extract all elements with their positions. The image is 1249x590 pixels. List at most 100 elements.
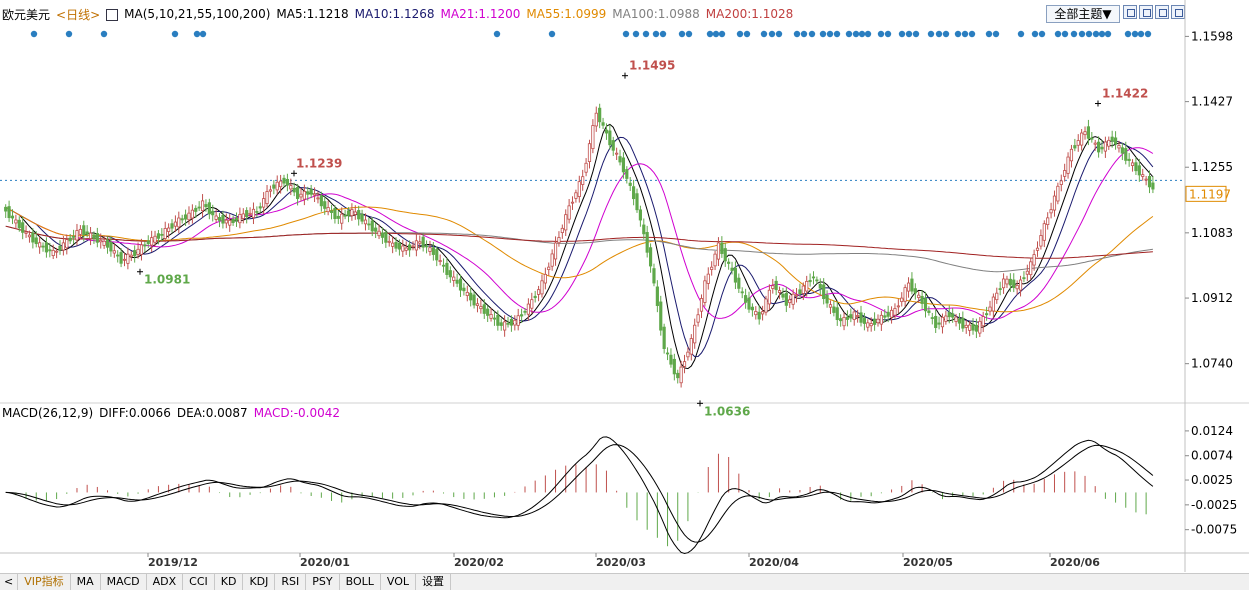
candle-up [1042, 223, 1046, 241]
candle-up [38, 242, 42, 248]
candle-up [200, 200, 205, 212]
candle-down [41, 245, 45, 248]
candle-down [82, 225, 86, 236]
candle-up [302, 190, 306, 200]
tab-kd[interactable]: KD [215, 574, 244, 590]
candle-down [883, 315, 887, 318]
candle-down [156, 233, 161, 239]
signal-dot [1131, 30, 1139, 38]
tab-macd[interactable]: MACD [101, 574, 147, 590]
candle-up [1066, 156, 1070, 174]
candle-down [1086, 126, 1091, 139]
tab-boll[interactable]: BOLL [340, 574, 381, 590]
candle-up [350, 209, 354, 217]
signal-dot [858, 30, 866, 38]
candle-up [682, 361, 687, 367]
signal-dot [1054, 30, 1062, 38]
candle-down [180, 218, 184, 221]
candle-down [947, 312, 951, 318]
extreme-label: 1.1239 [296, 156, 342, 170]
signal-dot [65, 30, 73, 38]
candle-down [143, 244, 147, 247]
candle-up [876, 318, 880, 324]
signal-dot [845, 30, 853, 38]
candle-down [1124, 148, 1128, 161]
candle-down [58, 245, 62, 251]
signal-dot [912, 30, 920, 38]
candle-up [438, 260, 442, 262]
candle-up [452, 276, 456, 281]
candle-down [811, 276, 816, 279]
tab-ma[interactable]: MA [71, 574, 101, 590]
candle-down [1110, 136, 1114, 142]
tab-psy[interactable]: PSY [306, 574, 340, 590]
candle-up [503, 321, 507, 331]
candle-down [632, 186, 636, 200]
tab-kdj[interactable]: KDJ [243, 574, 276, 590]
candle-down [448, 270, 452, 278]
candle-down [482, 304, 486, 314]
candle-down [408, 244, 412, 251]
x-tick-label: 2019/12 [148, 556, 198, 569]
macd-tick-label: 0.0025 [1191, 473, 1233, 487]
candle-down [835, 307, 839, 321]
candle-up [224, 219, 228, 224]
candle-down [1127, 158, 1131, 161]
candle-up [377, 230, 381, 237]
candle-up [24, 231, 28, 234]
candle-up [696, 314, 700, 323]
tab-settings[interactable]: 设置 [416, 574, 452, 590]
candle-down [638, 209, 642, 221]
candle-down [221, 215, 225, 224]
candle-down [662, 326, 666, 349]
candle-down [374, 227, 378, 232]
candle-down [913, 288, 917, 294]
tab-vol[interactable]: VOL [381, 574, 417, 590]
signal-dot [1098, 30, 1106, 38]
candle-up [299, 193, 303, 198]
candle-down [659, 301, 663, 331]
tab-vip[interactable]: VIP指标 [18, 574, 71, 590]
signal-dot [30, 30, 38, 38]
candle-down [961, 317, 965, 329]
price-chart[interactable]: 1.1598 1.1427 1.1255 1.1083 1.0912 1.0740 1.11… [0, 0, 1249, 589]
candle-up [805, 280, 809, 292]
candle-down [17, 219, 21, 229]
candle-up [587, 143, 592, 163]
candle-up [153, 235, 157, 243]
candle-up [475, 303, 480, 306]
candle-down [1137, 165, 1141, 176]
tab-rsi[interactable]: RSI [275, 574, 307, 590]
candle-down [472, 294, 476, 306]
signal-dot [706, 30, 714, 38]
price-tick-label: 1.0912 [1191, 291, 1233, 305]
price-tick-label: 1.1083 [1191, 226, 1233, 240]
diff-line [5, 436, 1154, 555]
candle-up [136, 248, 140, 255]
candle-down [234, 217, 239, 221]
candle-down [621, 157, 626, 173]
candle-up [411, 245, 415, 248]
tab-adx[interactable]: ADX [147, 574, 184, 590]
candle-up [777, 290, 782, 293]
candle-up [896, 305, 900, 308]
tab-scroll-icon[interactable]: < [0, 574, 19, 590]
candle-down [934, 315, 938, 328]
signal-dot [775, 30, 783, 38]
candle-down [336, 215, 340, 219]
candle-up [716, 242, 721, 260]
signal-dot [833, 30, 841, 38]
candle-down [7, 206, 11, 219]
candle-up [363, 219, 368, 225]
signal-dot [100, 30, 108, 38]
candle-down [1073, 145, 1077, 149]
tab-cci[interactable]: CCI [183, 574, 215, 590]
candle-up [275, 181, 279, 191]
candle-down [825, 294, 829, 304]
candle-down [431, 247, 435, 255]
candle-down [784, 292, 788, 306]
candle-down [1120, 147, 1124, 154]
candle-down [648, 247, 653, 267]
candle-down [309, 188, 313, 195]
candle-down [730, 267, 734, 271]
